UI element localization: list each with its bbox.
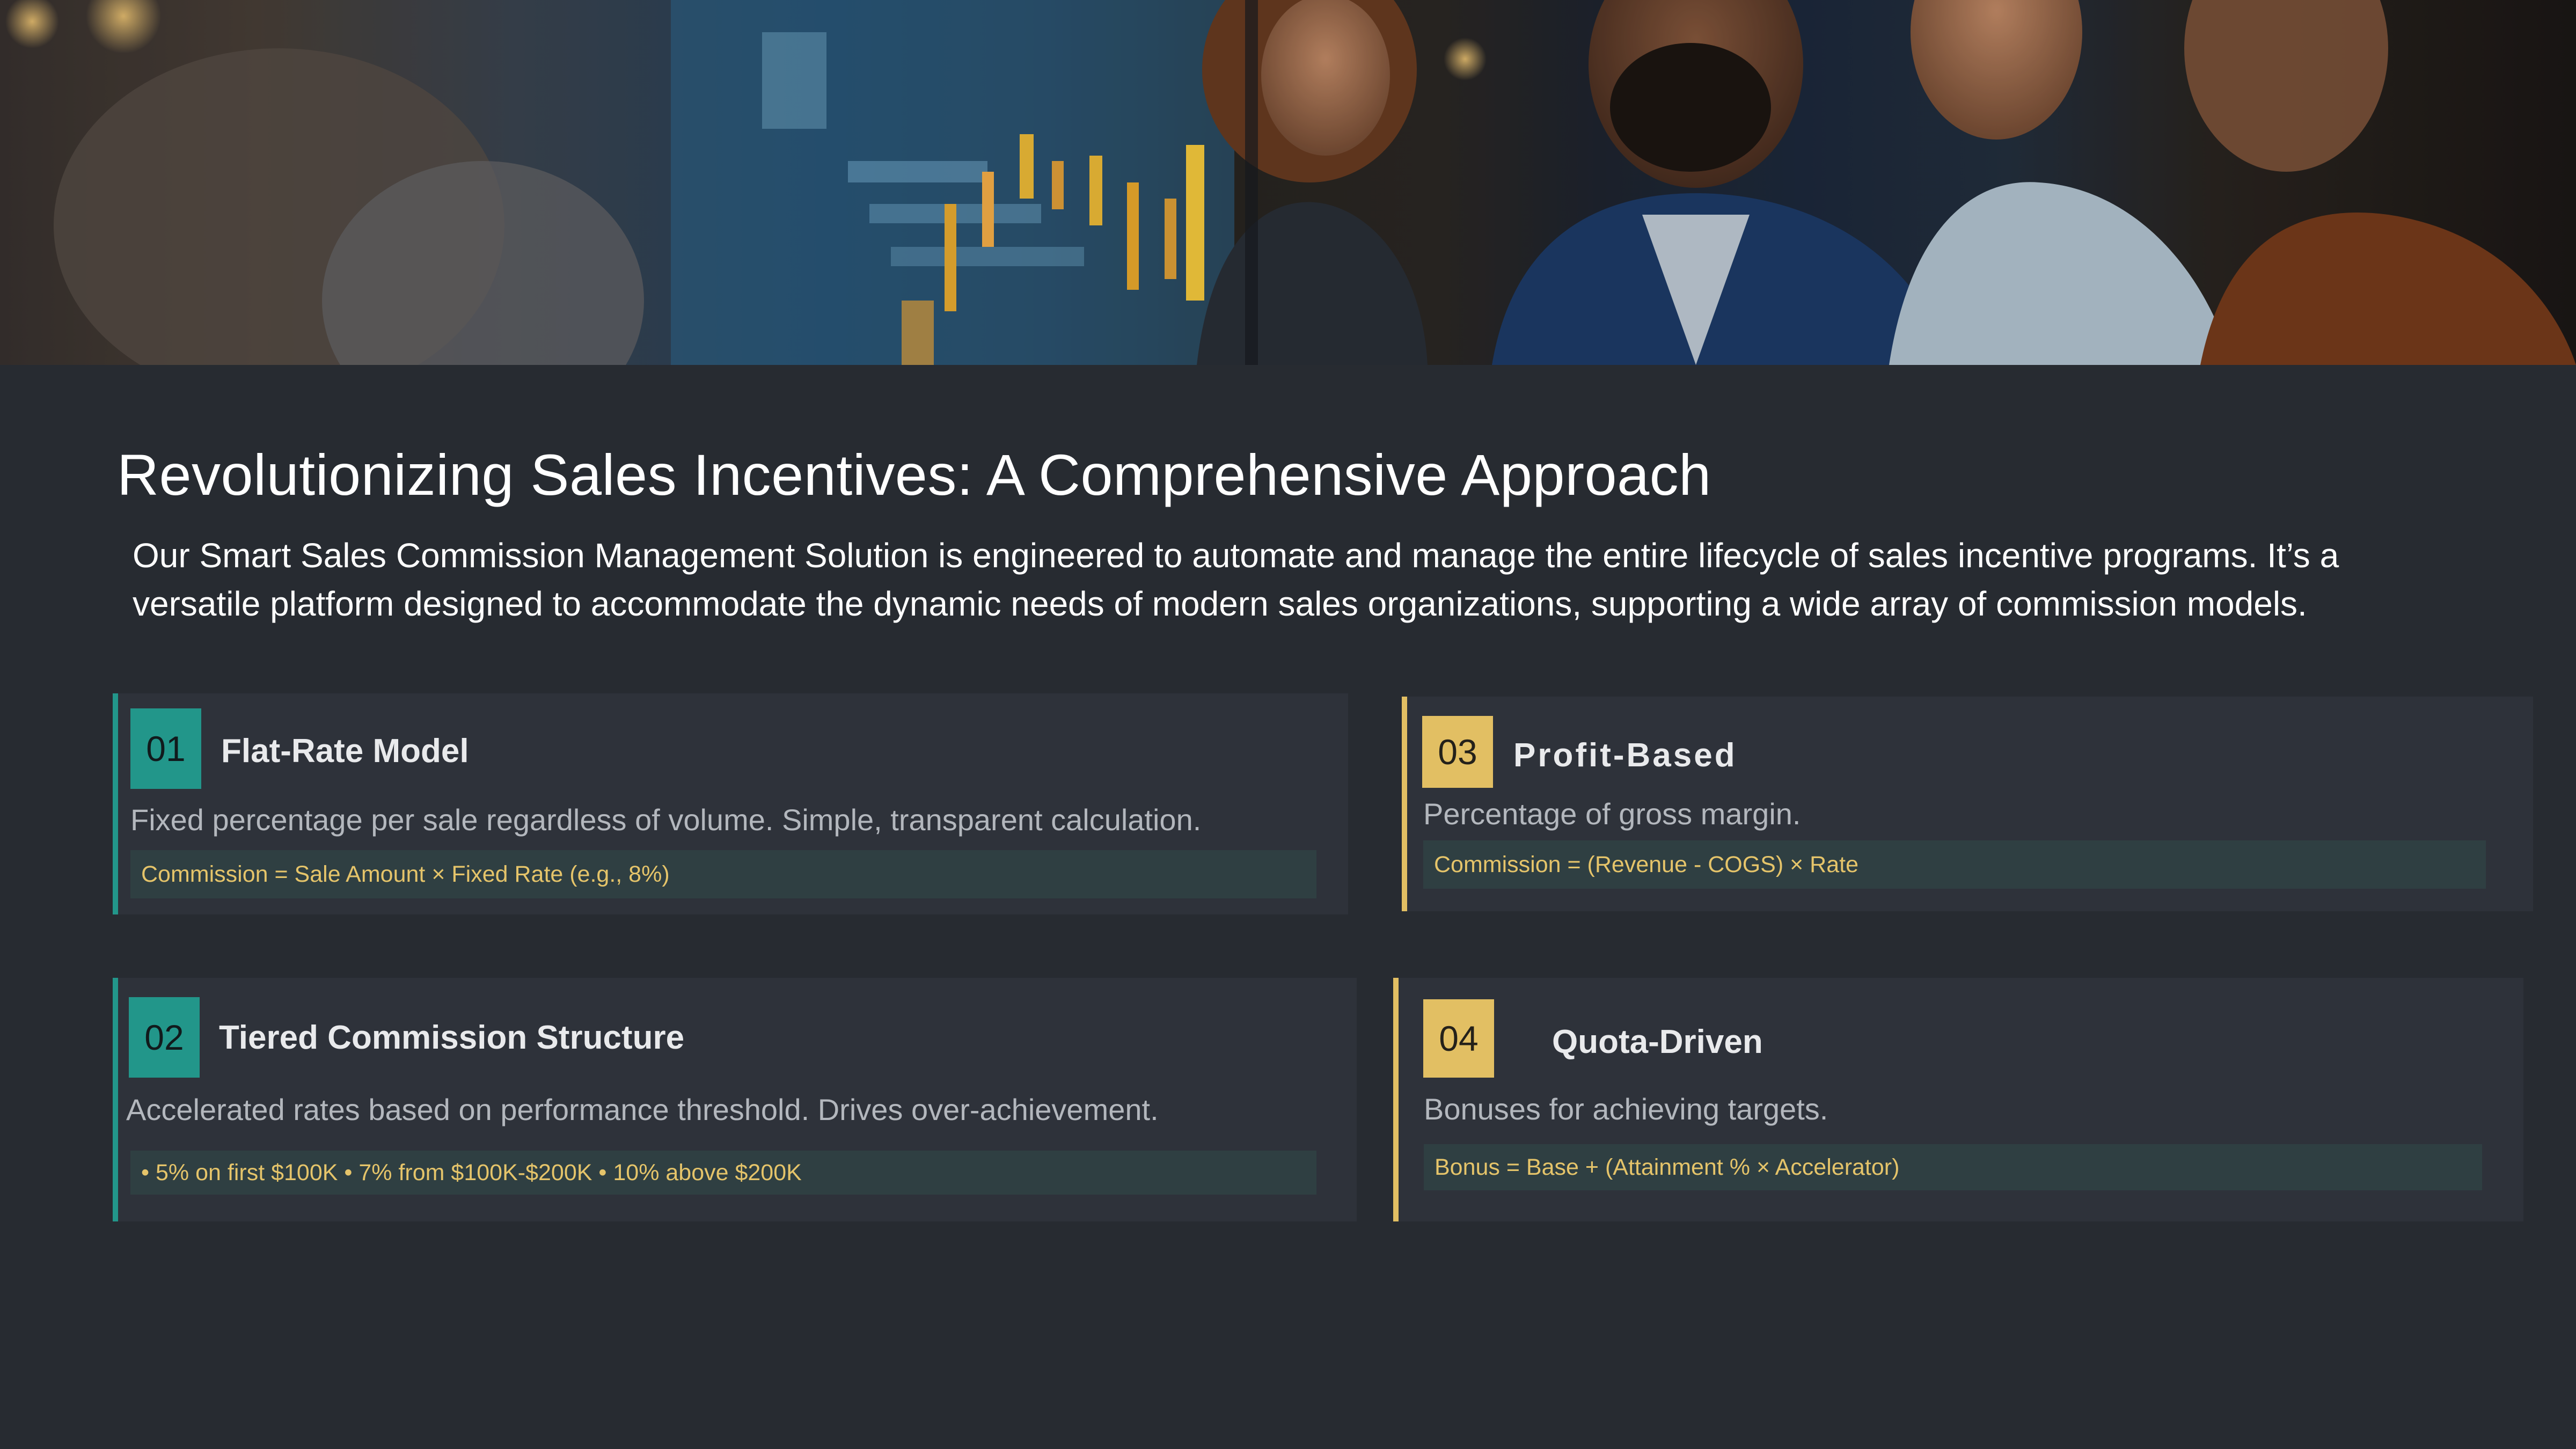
card-flat-rate-model: 01 Flat-Rate Model Fixed percentage per … (113, 693, 1348, 914)
card-number-badge: 03 (1422, 716, 1493, 788)
card-quota-driven: 04 Quota-Driven Bonuses for achieving ta… (1393, 978, 2523, 1221)
card-formula: Commission = (Revenue - COGS) × Rate (1423, 840, 2486, 889)
card-description: Accelerated rates based on performance t… (126, 1093, 1159, 1126)
card-title: Tiered Commission Structure (219, 1019, 685, 1056)
card-description: Percentage of gross margin. (1423, 797, 1801, 831)
card-description: Bonuses for achieving targets. (1424, 1092, 1828, 1126)
intro-paragraph: Our Smart Sales Commission Management So… (133, 536, 2339, 623)
card-accent-bar (1402, 697, 1407, 911)
card-title: Flat-Rate Model (221, 733, 469, 770)
card-accent-bar (1393, 978, 1399, 1221)
card-title: Quota-Driven (1552, 1023, 1763, 1060)
card-formula: • 5% on first $100K • 7% from $100K-$200… (130, 1151, 1316, 1195)
card-number-badge: 01 (130, 708, 201, 789)
slide: Revolutionizing Sales Incentives: A Comp… (0, 0, 2576, 1449)
card-number-badge: 04 (1423, 999, 1494, 1078)
card-title: Profit-Based (1513, 737, 1737, 774)
card-description: Fixed percentage per sale regardless of … (130, 803, 1202, 837)
hero-photo-art (0, 0, 2576, 365)
hero-photo (0, 0, 2576, 365)
card-number-badge: 02 (129, 997, 200, 1078)
card-accent-bar (113, 978, 118, 1221)
card-formula: Commission = Sale Amount × Fixed Rate (e… (130, 850, 1316, 898)
card-formula: Bonus = Base + (Attainment % × Accelerat… (1424, 1144, 2482, 1190)
card-accent-bar (113, 693, 118, 914)
card-profit-based: 03 Profit-Based Percentage of gross marg… (1402, 697, 2533, 911)
page-title: Revolutionizing Sales Incentives: A Comp… (117, 442, 1711, 507)
card-tiered-commission-structure: 02 Tiered Commission Structure Accelerat… (113, 978, 1357, 1221)
